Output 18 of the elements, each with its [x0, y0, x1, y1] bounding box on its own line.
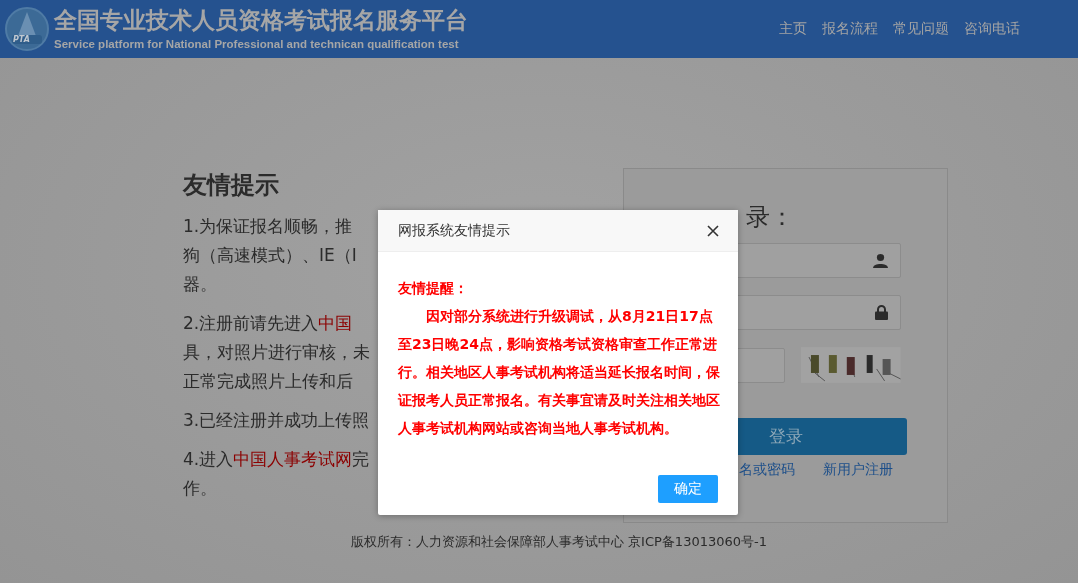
tips-title: 友情提示	[183, 170, 280, 200]
tip-text: 作。	[183, 478, 217, 498]
tip-text: 正常完成照片上传和后	[183, 371, 353, 391]
tip-text: 1.为保证报名顺畅，推	[183, 216, 353, 236]
tip-text: 3.已经注册并成功上传照	[183, 410, 370, 430]
tip-text: 器。	[183, 274, 217, 294]
copyright-text: 版权所有：人力资源和社会保障部人事考试中心 京ICP备13013060号-1	[351, 534, 767, 549]
dialog-title: 网报系统友情提示	[398, 221, 510, 240]
site-title: 全国专业技术人员资格考试报名服务平台	[54, 6, 468, 35]
tip-text: 完	[352, 449, 370, 469]
tip-text: 狗（高速模式）、IE（I	[183, 245, 357, 265]
tip-text: 具，对照片进行审核，未	[183, 342, 370, 362]
notice-heading: 友情提醒：	[398, 279, 469, 298]
tip-text: 4.进入	[183, 449, 234, 469]
login-title: 录：	[746, 203, 794, 231]
logo-text: PTA	[13, 35, 30, 44]
site-subtitle: Service platform for National Professional and technican qualification test	[54, 37, 460, 52]
tip-text: 2.注册前请先进入	[183, 313, 319, 333]
